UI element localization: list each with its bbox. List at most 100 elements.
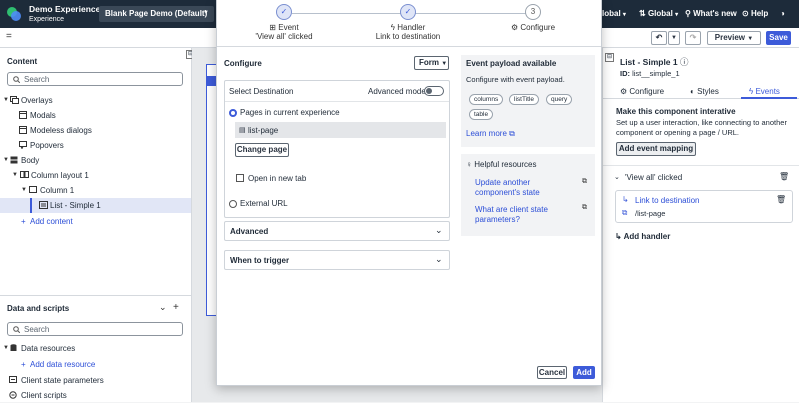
- data-search-input[interactable]: Search: [7, 322, 183, 336]
- external-url-radio[interactable]: [229, 200, 237, 208]
- add-handler-link[interactable]: ↳ Add handler: [615, 232, 670, 241]
- step-configure[interactable]: 3 ⚙ Configure: [488, 4, 578, 32]
- check-icon: ✓: [276, 4, 292, 20]
- chevron-down-icon: ▼: [3, 345, 9, 351]
- external-link-icon[interactable]: ⧉: [582, 178, 587, 186]
- component-id-label: ID:: [620, 69, 630, 78]
- add-button[interactable]: Add: [573, 366, 595, 379]
- helpful-link-client-state[interactable]: What are client state parameters?: [475, 205, 575, 225]
- page-selector[interactable]: Blank Page Demo (Default) ▼: [99, 6, 214, 22]
- content-search-input[interactable]: Search: [7, 72, 183, 86]
- theme-toggle-icon[interactable]: ◑: [780, 9, 785, 18]
- tab-configure-label: Configure: [629, 87, 665, 96]
- add-handler-label: Add handler: [623, 232, 671, 241]
- payload-pill: columns: [469, 94, 504, 105]
- open-new-tab-label: Open in new tab: [248, 174, 307, 183]
- change-page-button[interactable]: Change page: [235, 143, 289, 157]
- open-new-tab-checkbox[interactable]: [236, 174, 244, 182]
- tree-item-overlays[interactable]: ▼ Overlays: [0, 93, 191, 108]
- tree-item-column-layout[interactable]: ▼ Column layout 1: [0, 168, 191, 183]
- save-button[interactable]: Save: [766, 31, 791, 45]
- info-icon[interactable]: ⓘ: [680, 57, 689, 67]
- when-to-trigger-accordion[interactable]: When to trigger ⌄: [224, 250, 450, 270]
- advanced-mode-toggle[interactable]: [424, 86, 444, 96]
- add-data-resource-link[interactable]: + Add data resource: [0, 357, 191, 372]
- active-tab-indicator: [741, 97, 797, 99]
- undo-button[interactable]: ↶: [651, 31, 667, 45]
- add-event-mapping-button[interactable]: Add event mapping: [616, 142, 696, 156]
- trash-icon[interactable]: 🗑: [779, 172, 789, 181]
- tree-item-column[interactable]: ▼ Column 1: [0, 183, 191, 198]
- component-id: ID: list__simple_1: [620, 69, 680, 78]
- tree-item-modeless-dialogs[interactable]: Modeless dialogs: [0, 123, 191, 138]
- pages-radio[interactable]: [229, 109, 237, 117]
- tree-item-label: Modeless dialogs: [30, 126, 92, 135]
- trash-icon[interactable]: 🗑: [776, 195, 786, 204]
- help-label: Help: [750, 9, 769, 18]
- external-link-icon[interactable]: ⧉: [582, 204, 587, 212]
- tree-item-modals[interactable]: Modals: [0, 108, 191, 123]
- tree-item-label: Overlays: [21, 96, 53, 105]
- tree-item-client-scripts[interactable]: Client scripts: [0, 388, 191, 403]
- tree-item-popovers[interactable]: Popovers: [0, 138, 191, 153]
- helpful-resources-card: ♀ Helpful resources Update another compo…: [461, 154, 595, 236]
- add-icon[interactable]: +: [173, 302, 179, 313]
- tab-events[interactable]: ϟ Events: [749, 87, 780, 96]
- step-event[interactable]: ✓ ⊞ Event 'View all' clicked: [239, 4, 329, 41]
- handler-card[interactable]: ↳ Link to destination ⧉ /list-page 🗑: [615, 190, 793, 223]
- chevron-down-icon[interactable]: ⌄: [614, 173, 620, 181]
- collapse-panel-icon[interactable]: ⊟: [605, 53, 614, 62]
- when-to-trigger-label: When to trigger: [230, 256, 290, 265]
- left-panel: Content ⊟ Search ▼ Overlays Modals Model…: [0, 48, 195, 403]
- plus-icon: +: [21, 217, 26, 226]
- link-icon: ↳: [622, 195, 629, 204]
- payload-title: Event payload available: [466, 59, 557, 68]
- component-handle[interactable]: [206, 76, 216, 86]
- handler-name[interactable]: Link to destination: [635, 196, 700, 205]
- event-name: 'View all' clicked: [625, 173, 683, 182]
- column-icon: [29, 186, 37, 193]
- learn-more-link[interactable]: Learn more ⧉: [466, 129, 515, 139]
- tree-item-list-simple[interactable]: List - Simple 1: [0, 198, 191, 213]
- state-icon: [9, 376, 17, 383]
- interactive-description: Set up a user interaction, like connecti…: [616, 118, 787, 137]
- tab-configure[interactable]: ⚙ Configure: [620, 87, 664, 96]
- chevron-down-icon[interactable]: ⌄: [159, 302, 167, 313]
- selected-page-field: ▤ list-page: [235, 122, 446, 138]
- menu-icon[interactable]: =: [6, 31, 12, 42]
- destination-card: Select Destination Advanced mode Pages i…: [224, 80, 450, 218]
- step-handler-sub: Link to destination: [375, 32, 441, 41]
- tree-item-client-state[interactable]: Client state parameters: [0, 373, 191, 388]
- data-scripts-title: Data and scripts: [7, 304, 70, 313]
- external-link-icon: ⧉: [622, 208, 628, 217]
- data-search-placeholder: Search: [24, 325, 50, 334]
- tree-item-data-resources[interactable]: ▼ Data resources: [0, 341, 191, 356]
- page-selector-label: Blank Page Demo (Default): [105, 9, 208, 18]
- undo-menu-button[interactable]: ▼: [668, 31, 680, 45]
- divider: [0, 295, 191, 296]
- step-handler[interactable]: ✓ ϟ Handler Link to destination: [363, 4, 453, 41]
- event-mapping-modal: ✓ ⊞ Event 'View all' clicked ✓ ϟ Handler…: [216, 0, 602, 386]
- chevron-down-icon: ▼: [3, 157, 9, 163]
- external-url-label: External URL: [240, 199, 288, 208]
- preview-button[interactable]: Preview ▼: [707, 31, 761, 45]
- add-content-link[interactable]: + Add content: [0, 214, 191, 229]
- region-menu[interactable]: ⇅ Global ▾: [639, 9, 678, 18]
- helpful-link-update-state[interactable]: Update another component's state: [475, 178, 575, 198]
- search-icon: [13, 76, 20, 83]
- app-subtitle: Experience: [29, 16, 65, 23]
- cancel-button[interactable]: Cancel: [537, 366, 567, 379]
- help-link[interactable]: ⊙ Help: [742, 9, 768, 18]
- form-mode-select[interactable]: Form ▼: [414, 56, 449, 70]
- advanced-accordion[interactable]: Advanced ⌄: [224, 221, 450, 241]
- whats-new-link[interactable]: ⚲ What's new: [685, 9, 737, 18]
- pages-option-label: Pages in current experience: [240, 108, 340, 117]
- handler-target: /list-page: [635, 209, 666, 218]
- tree-item-body[interactable]: ▼ Body: [0, 153, 191, 168]
- locale-menu[interactable]: lobal ▾: [602, 9, 626, 18]
- columns-icon: [20, 171, 29, 178]
- database-icon: [10, 344, 17, 352]
- tab-styles[interactable]: ◐ Styles: [690, 87, 719, 96]
- redo-button[interactable]: ↷: [685, 31, 701, 45]
- component-id-value: list__simple_1: [632, 69, 680, 78]
